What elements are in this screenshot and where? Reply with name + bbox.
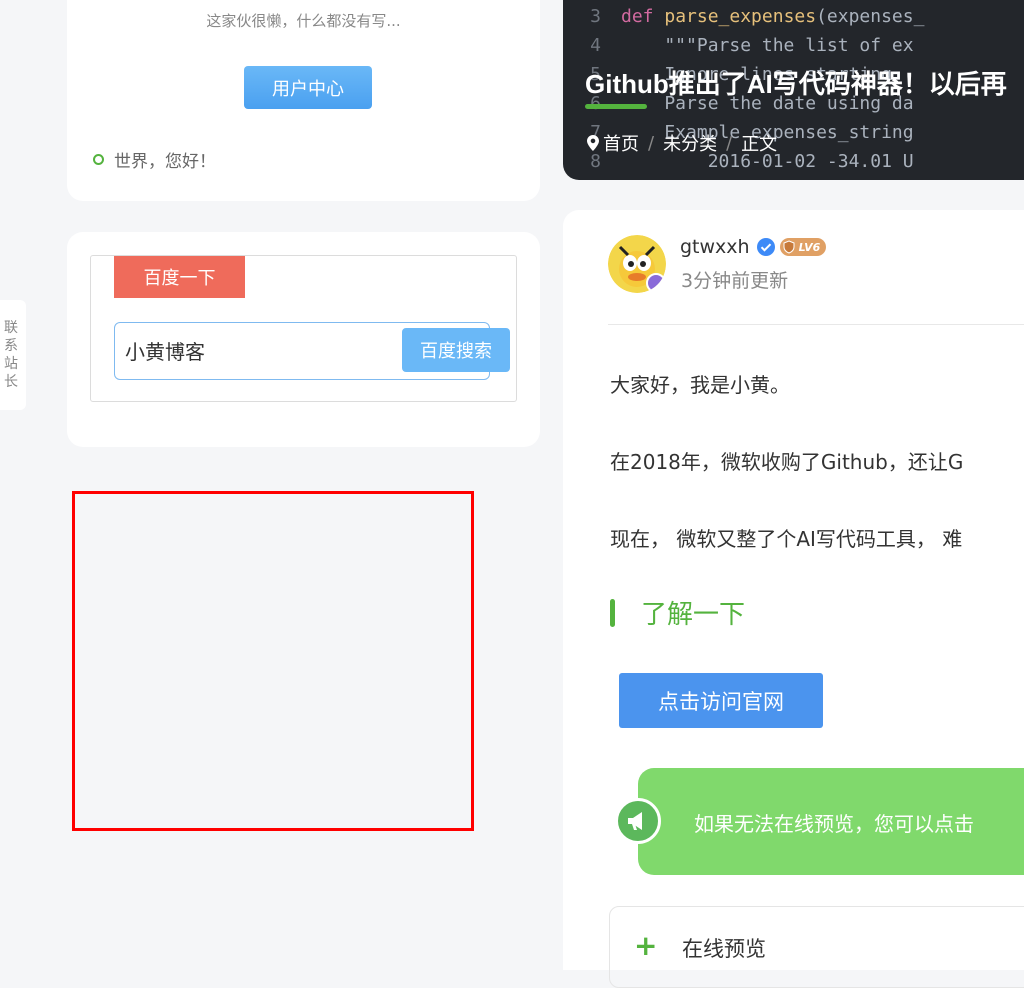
- breadcrumb-separator: /: [726, 132, 733, 154]
- section-heading: 了解一下: [610, 594, 745, 631]
- empty-highlight-box: [72, 491, 474, 831]
- baidu-search-button[interactable]: 百度搜索: [402, 328, 510, 372]
- preview-notice: 如果无法在线预览，您可以点击: [638, 768, 1024, 875]
- level-badge: LV6: [779, 238, 827, 256]
- level-label: LV6: [798, 240, 821, 254]
- online-preview-label: 在线预览: [682, 937, 766, 961]
- avatar-image: [608, 235, 666, 293]
- online-preview-box[interactable]: + 在线预览: [609, 906, 1024, 988]
- post-title: Github推出了AI写代码神器！以后再: [585, 69, 1007, 99]
- plus-icon: +: [634, 929, 658, 962]
- search-input-value: 小黄博客: [125, 340, 205, 364]
- search-input[interactable]: 小黄博客 百度搜索: [114, 322, 510, 380]
- contact-tab-char: 长: [4, 374, 18, 390]
- contact-tab-char: 站: [4, 356, 18, 372]
- verified-icon: [756, 238, 775, 256]
- divider: [608, 324, 1024, 325]
- breadcrumb-category[interactable]: 未分类: [663, 130, 717, 156]
- search-widget: 百度一下 小黄博客 百度搜索: [67, 232, 540, 447]
- article-paragraph: 大家好，我是小黄。: [610, 373, 790, 397]
- search-box: 百度一下 小黄博客 百度搜索: [90, 255, 517, 402]
- post-hero-banner: 3 def parse_expenses(expenses_ 4 """Parse…: [563, 0, 1024, 180]
- profile-card: 这家伙很懒，什么都没有写... 用户中心 世界，您好！: [67, 0, 540, 201]
- recent-post-title: 世界，您好！: [114, 152, 216, 172]
- author-info: gtwxxh LV6: [680, 236, 827, 258]
- search-tag: 百度一下: [114, 256, 245, 298]
- location-pin-icon: [587, 135, 599, 151]
- section-heading-text: 了解一下: [641, 600, 746, 630]
- visit-official-site-button[interactable]: 点击访问官网: [619, 673, 823, 728]
- notice-text: 如果无法在线预览，您可以点击: [694, 812, 974, 836]
- code-line: 3 def parse_expenses(expenses_: [590, 6, 925, 27]
- user-center-button[interactable]: 用户中心: [244, 66, 372, 109]
- breadcrumb-separator: /: [648, 132, 655, 154]
- breadcrumb: 首页 / 未分类 / 正文: [587, 130, 777, 156]
- author-avatar[interactable]: [608, 235, 666, 293]
- contact-tab-char: 系: [4, 338, 18, 354]
- article-paragraph: 在2018年，微软收购了Github，还让G: [610, 450, 964, 474]
- article-card: gtwxxh LV6 3分钟前更新 大家好，我是小黄。 在2018年，微软收购了…: [563, 210, 1024, 988]
- breadcrumb-home[interactable]: 首页: [603, 130, 639, 156]
- heading-bar: [610, 598, 615, 627]
- title-underline: [585, 104, 647, 109]
- contact-tab-char: 联: [4, 320, 18, 336]
- article-paragraph: 现在， 微软又整了个AI写代码工具， 难: [610, 527, 963, 551]
- megaphone-icon: [615, 798, 661, 844]
- update-time: 3分钟前更新: [681, 270, 789, 292]
- author-name[interactable]: gtwxxh: [680, 236, 750, 258]
- bullet-circle-icon: [93, 154, 104, 165]
- contact-owner-tab[interactable]: 联 系 站 长: [0, 300, 26, 410]
- recent-post-link[interactable]: 世界，您好！: [93, 147, 216, 172]
- code-line: 4 """Parse the list of ex: [590, 35, 914, 56]
- level-shield-icon: [783, 240, 795, 254]
- breadcrumb-current: 正文: [741, 134, 778, 155]
- profile-bio: 这家伙很懒，什么都没有写...: [206, 12, 401, 30]
